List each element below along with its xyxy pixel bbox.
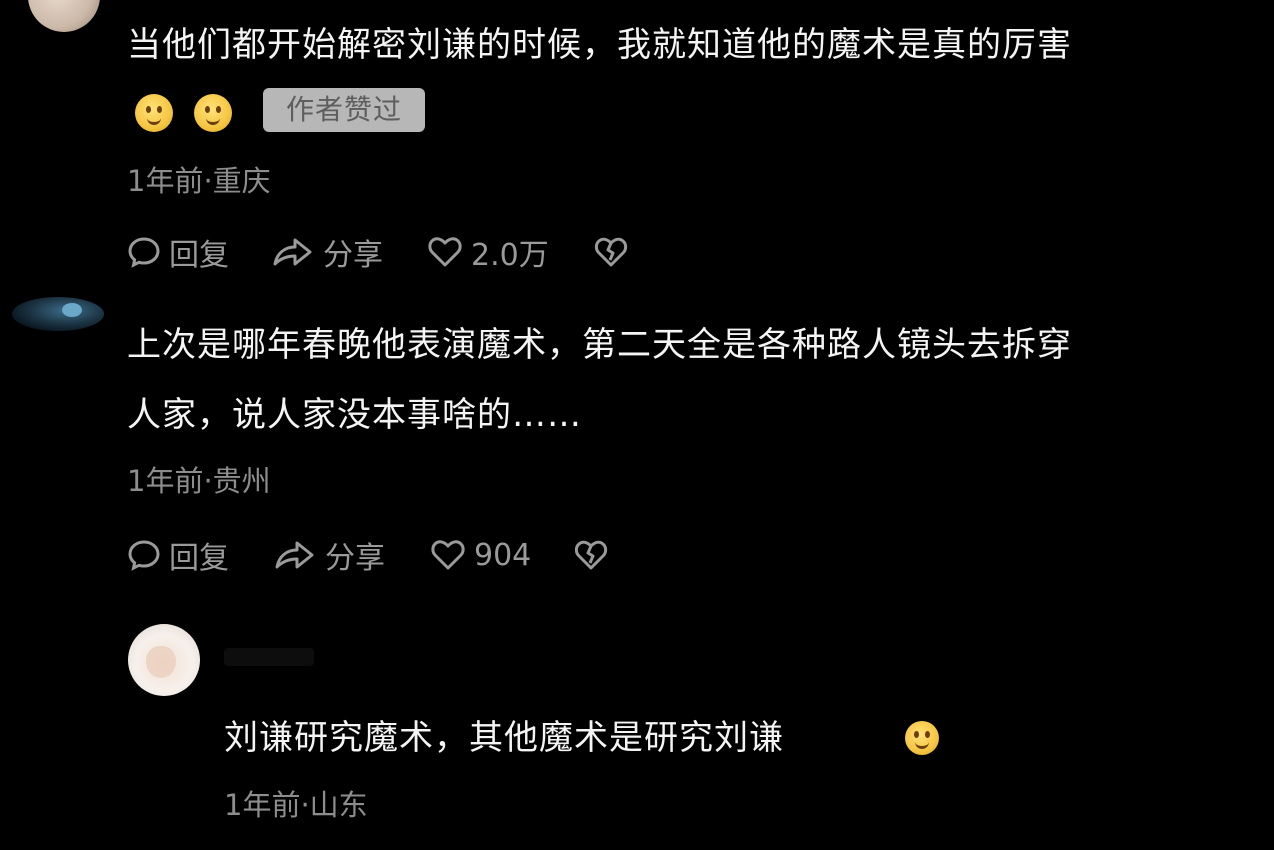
comment-bubble-icon — [128, 540, 160, 571]
share-button[interactable]: 分享 — [273, 535, 385, 576]
dislike-button[interactable] — [574, 535, 608, 575]
broken-heart-icon — [594, 237, 628, 267]
comment-text: 刘谦研究魔术，其他魔术是研究刘谦 — [224, 718, 784, 758]
share-arrow-icon — [273, 238, 312, 266]
heart-icon — [428, 237, 462, 267]
share-button[interactable]: 分享 — [271, 232, 383, 273]
avatar[interactable] — [12, 297, 104, 331]
comment-text-line-1: 上次是哪年春晚他表演魔术，第二天全是各种路人镜头去拆穿 — [127, 325, 1072, 365]
like-count: 904 — [474, 537, 532, 573]
comment-bubble-icon — [128, 237, 160, 268]
heart-icon — [431, 540, 465, 570]
like-count: 2.0万 — [471, 238, 549, 273]
reply-label: 回复 — [169, 238, 229, 273]
author-liked-badge: 作者赞过 — [263, 88, 425, 132]
like-button[interactable]: 904 — [430, 535, 531, 575]
reply-button[interactable]: 回复 — [127, 232, 229, 273]
like-button[interactable]: 2.0万 — [427, 232, 549, 273]
share-arrow-icon — [275, 541, 314, 569]
smile-emoji-icon — [135, 94, 173, 132]
username[interactable] — [224, 648, 314, 666]
reply-button[interactable]: 回复 — [127, 535, 229, 576]
comment-meta: 1年前·山东 — [224, 788, 368, 822]
dislike-button[interactable] — [594, 232, 628, 272]
comment-text: 当他们都开始解密刘谦的时候，我就知道他的魔术是真的厉害 — [127, 25, 1072, 65]
share-label: 分享 — [323, 238, 383, 273]
laugh-emoji-icon — [905, 721, 939, 755]
smile-emoji-icon — [194, 94, 232, 132]
avatar[interactable] — [28, 0, 100, 32]
share-label: 分享 — [325, 541, 385, 576]
comment-meta: 1年前·贵州 — [127, 464, 271, 498]
comment-meta: 1年前·重庆 — [127, 164, 271, 198]
comment-text-line-2: 人家，说人家没本事啥的…… — [127, 395, 582, 435]
avatar[interactable] — [128, 624, 200, 696]
broken-heart-icon — [574, 540, 608, 570]
reply-label: 回复 — [169, 541, 229, 576]
